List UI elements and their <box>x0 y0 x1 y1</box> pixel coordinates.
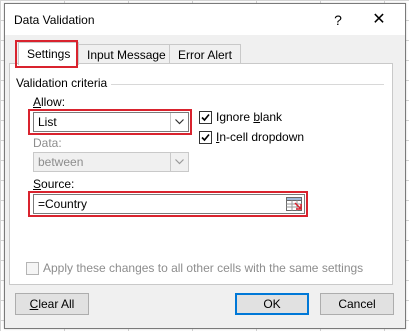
validation-criteria-heading: Validation criteria <box>16 76 112 90</box>
cancel-button[interactable]: Cancel <box>320 293 394 315</box>
in-cell-dropdown-checkbox[interactable] <box>199 131 212 144</box>
range-select-icon[interactable] <box>286 197 302 211</box>
data-label: Data: <box>33 136 62 150</box>
data-select: between <box>33 152 189 172</box>
tab-input-message-label: Input Message <box>87 48 166 62</box>
close-icon[interactable]: ✕ <box>369 10 389 30</box>
tab-error-alert-label: Error Alert <box>178 48 233 62</box>
allow-value: List <box>38 115 57 129</box>
settings-panel <box>9 63 393 285</box>
clear-all-button[interactable]: Clear All <box>15 293 89 315</box>
tab-settings-label: Settings <box>27 47 71 61</box>
checkmark-icon <box>201 133 210 142</box>
apply-all-label: Apply these changes to all other cells w… <box>43 261 364 275</box>
chevron-down-icon <box>170 153 188 171</box>
in-cell-dropdown-label: In-cell dropdown <box>216 130 305 144</box>
ignore-blank-label: Ignore blank <box>216 110 283 124</box>
dialog-title: Data Validation <box>14 13 95 27</box>
data-value: between <box>38 155 84 169</box>
tab-error-alert[interactable]: Error Alert <box>169 44 242 65</box>
source-input[interactable]: =Country <box>33 194 305 214</box>
allow-select[interactable]: List <box>33 112 189 132</box>
ignore-blank-checkbox[interactable] <box>199 111 212 124</box>
source-value: =Country <box>38 197 88 211</box>
title-bar: Data Validation ? ✕ <box>5 4 405 35</box>
tab-input-message[interactable]: Input Message <box>78 44 175 65</box>
checkmark-icon <box>201 113 210 122</box>
chevron-down-icon[interactable] <box>170 113 188 131</box>
help-icon[interactable]: ? <box>328 10 348 30</box>
allow-label: Allow: <box>33 95 66 109</box>
ok-button[interactable]: OK <box>235 293 309 315</box>
source-label: Source: <box>33 177 75 191</box>
apply-all-checkbox <box>26 262 39 275</box>
tab-settings[interactable]: Settings <box>18 42 80 65</box>
